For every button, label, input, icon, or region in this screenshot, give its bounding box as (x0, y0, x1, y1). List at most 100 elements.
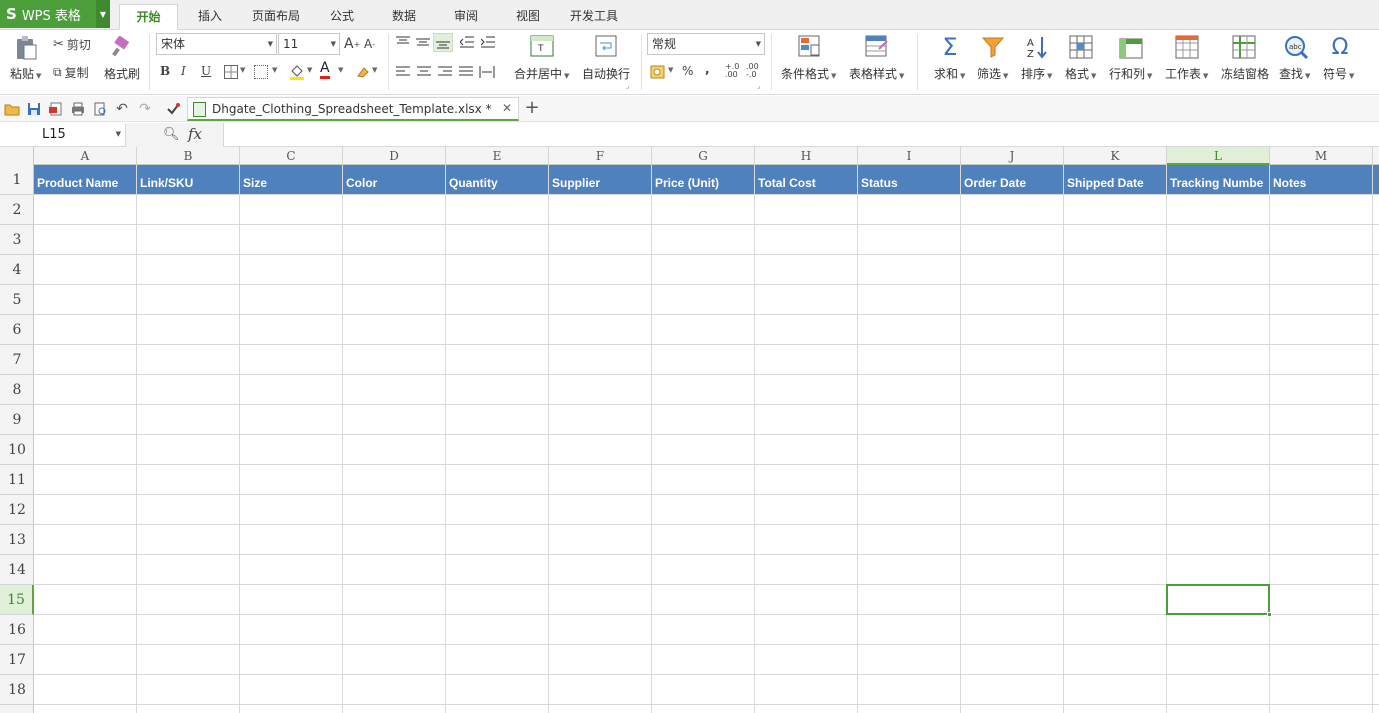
row-header-17[interactable]: 17 (0, 645, 34, 675)
tab-page-layout[interactable]: 页面布局 (243, 4, 309, 30)
tab-insert[interactable]: 插入 (185, 4, 235, 30)
formula-input[interactable] (224, 123, 1379, 147)
header-cell-k[interactable]: Shipped Date (1064, 165, 1167, 195)
print-preview-icon[interactable] (92, 101, 108, 117)
chevron-down-icon[interactable]: ▼ (372, 66, 377, 74)
column-header-g[interactable]: G (652, 147, 755, 165)
font-name-select[interactable]: 宋体 ▼ (156, 33, 277, 55)
header-cell-l[interactable]: Tracking Numbe (1167, 165, 1270, 195)
cut-button[interactable]: ✂ 剪切 (53, 36, 91, 53)
omega-icon[interactable]: Ω (1327, 34, 1353, 60)
align-bottom-icon[interactable] (433, 33, 453, 52)
column-header-c[interactable]: C (240, 147, 343, 165)
column-header-i[interactable]: I (858, 147, 961, 165)
align-left-icon[interactable] (396, 66, 410, 78)
merge-center-button[interactable]: 合并居中 ▼ (514, 65, 569, 82)
column-header-e[interactable]: E (446, 147, 549, 165)
worksheet-icon[interactable] (1174, 34, 1200, 60)
worksheet-button[interactable]: 工作表 ▼ (1165, 65, 1208, 82)
redo-icon[interactable]: ↷ (137, 101, 153, 117)
column-header-k[interactable]: K (1064, 147, 1167, 165)
app-menu-dropdown-icon[interactable]: ▼ (96, 0, 110, 28)
row-header-11[interactable]: 11 (0, 465, 34, 495)
row-header-12[interactable]: 12 (0, 495, 34, 525)
tab-developer[interactable]: 开发工具 (562, 4, 626, 30)
rows-cols-button[interactable]: 行和列 ▼ (1109, 65, 1152, 82)
table-style-button[interactable]: 表格样式 ▼ (849, 65, 904, 82)
insert-function-icon[interactable]: fx (188, 125, 202, 143)
row-header-7[interactable]: 7 (0, 345, 34, 375)
tab-view[interactable]: 视图 (504, 4, 552, 30)
sort-button[interactable]: 排序 ▼ (1021, 65, 1052, 82)
column-header-m[interactable]: M (1270, 147, 1373, 165)
header-cell-h[interactable]: Total Cost (755, 165, 858, 195)
font-size-select[interactable]: 11 ▼ (278, 33, 340, 55)
find-icon[interactable]: abc (1283, 34, 1309, 60)
distributed-align-icon[interactable] (479, 66, 495, 78)
tab-review[interactable]: 审阅 (442, 4, 490, 30)
merge-center-icon[interactable]: T (529, 34, 555, 58)
chevron-down-icon[interactable]: ▼ (668, 66, 673, 74)
paste-icon[interactable] (12, 34, 40, 62)
clear-format-icon[interactable] (354, 64, 370, 80)
format-icon[interactable] (1068, 34, 1094, 60)
find-button[interactable]: 查找 ▼ (1279, 65, 1310, 82)
justify-icon[interactable] (459, 66, 473, 78)
row-header-4[interactable]: 4 (0, 255, 34, 285)
sort-icon[interactable]: AZ (1024, 34, 1050, 60)
cell-borders-icon[interactable] (254, 65, 268, 79)
align-center-icon[interactable] (417, 66, 431, 78)
save-icon[interactable] (26, 101, 42, 117)
dialog-launcher-icon[interactable]: ⌟ (757, 82, 760, 90)
format-button[interactable]: 格式 ▼ (1065, 65, 1096, 82)
row-header-10[interactable]: 10 (0, 435, 34, 465)
column-header-j[interactable]: J (961, 147, 1064, 165)
row-header-9[interactable]: 9 (0, 405, 34, 435)
undo-icon[interactable]: ↶ (114, 101, 130, 117)
chevron-down-icon[interactable]: ▼ (338, 66, 343, 74)
filter-icon[interactable] (980, 34, 1006, 60)
customize-toolbar-icon[interactable] (165, 101, 181, 117)
decrease-indent-icon[interactable] (460, 36, 474, 48)
currency-icon[interactable] (650, 64, 666, 80)
chevron-down-icon[interactable]: ▼ (240, 66, 245, 74)
row-header-18[interactable]: 18 (0, 675, 34, 705)
header-cell-a[interactable]: Product Name (34, 165, 137, 195)
sum-icon[interactable]: Σ (938, 33, 962, 61)
app-menu-button[interactable]: S WPS 表格 ▼ (0, 0, 110, 28)
table-style-icon[interactable] (864, 34, 890, 60)
fill-handle[interactable] (1267, 612, 1272, 617)
copy-button[interactable]: ⧉ 复制 (53, 64, 89, 81)
percent-button[interactable]: % (682, 64, 693, 78)
print-icon[interactable] (70, 101, 86, 117)
chevron-down-icon[interactable]: ▼ (272, 66, 277, 74)
freeze-panes-icon[interactable] (1231, 34, 1257, 60)
sum-button[interactable]: 求和 ▼ (934, 65, 965, 82)
header-cell-b[interactable]: Link/SKU (137, 165, 240, 195)
row-header-2[interactable]: 2 (0, 195, 34, 225)
column-header-l[interactable]: L (1167, 147, 1270, 165)
filter-button[interactable]: 筛选 ▼ (977, 65, 1008, 82)
column-header-b[interactable]: B (137, 147, 240, 165)
row-header-5[interactable]: 5 (0, 285, 34, 315)
align-middle-icon[interactable] (416, 36, 430, 48)
row-header-13[interactable]: 13 (0, 525, 34, 555)
row-header-16[interactable]: 16 (0, 615, 34, 645)
wrap-text-icon[interactable] (594, 34, 618, 58)
export-pdf-icon[interactable] (48, 101, 64, 117)
new-tab-plus-icon[interactable]: + (524, 97, 540, 118)
increase-decimal-icon[interactable]: +.0.00 (725, 63, 739, 79)
paste-button[interactable]: 粘贴 ▼ (10, 65, 41, 82)
conditional-format-icon[interactable] (797, 34, 823, 60)
tab-formulas[interactable]: 公式 (318, 4, 366, 30)
column-header-h[interactable]: H (755, 147, 858, 165)
number-format-select[interactable]: 常规 ▼ (647, 33, 765, 55)
header-cell-g[interactable]: Price (Unit) (652, 165, 755, 195)
conditional-format-button[interactable]: 条件格式 ▼ (781, 65, 836, 82)
active-cell[interactable] (1166, 584, 1270, 615)
row-header-8[interactable]: 8 (0, 375, 34, 405)
close-icon[interactable]: ✕ (502, 101, 512, 115)
bold-button[interactable]: B (160, 64, 170, 78)
rows-cols-icon[interactable] (1118, 34, 1144, 60)
dialog-launcher-icon[interactable]: ⌟ (626, 82, 629, 90)
